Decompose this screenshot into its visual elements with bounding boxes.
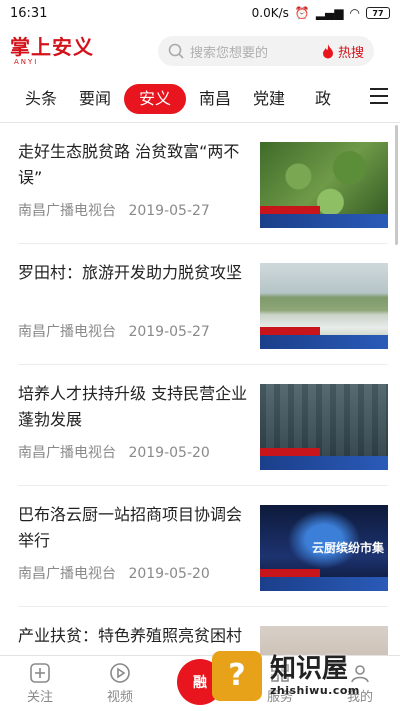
search-bar[interactable]: 搜索您想要的 热搜 — [158, 36, 374, 66]
nav-follow-label: 关注 — [26, 690, 53, 705]
tab-nanchang[interactable]: 南昌 — [188, 84, 242, 114]
logo-text: 掌上安义 — [10, 35, 94, 59]
article-source: 南昌广播电视台 — [18, 566, 116, 582]
article-date: 2019-05-27 — [128, 324, 210, 340]
list-item[interactable]: 巴布洛云厨一站招商项目协调会举行 南昌广播电视台 2019-05-20 云厨缤纷… — [18, 486, 388, 607]
article-meta: 南昌广播电视台 2019-05-20 — [18, 563, 210, 583]
status-time: 16:31 — [10, 5, 48, 21]
article-title: 走好生态脱贫路 治贫致富“两不误” — [18, 142, 240, 187]
article-title: 罗田村：旅游开发助力脱贫攻坚 — [18, 263, 243, 282]
question-badge-icon: ? — [212, 650, 262, 701]
article-thumbnail — [260, 263, 388, 349]
network-speed: 0.0K/s — [251, 6, 289, 20]
wifi-icon: ◠ — [349, 6, 360, 20]
article-source: 南昌广播电视台 — [18, 324, 116, 340]
tab-dangjian[interactable]: 党建 — [242, 84, 296, 114]
article-source: 南昌广播电视台 — [18, 445, 116, 461]
article-date: 2019-05-20 — [128, 445, 210, 461]
tab-zheng[interactable]: 政 — [296, 84, 350, 114]
article-date: 2019-05-27 — [128, 203, 210, 219]
signal-icon: ▂▄▆ — [315, 6, 344, 20]
article-meta: 南昌广播电视台 2019-05-27 — [18, 321, 210, 341]
article-source: 南昌广播电视台 — [18, 203, 116, 219]
article-title: 培养人才扶持升级 支持民营企业蓬勃发展 — [18, 384, 248, 429]
battery-icon: 77 — [366, 7, 390, 19]
app-logo: 掌上安义 ANYI — [10, 36, 120, 66]
scrollbar[interactable] — [395, 125, 398, 245]
status-icons: 0.0K/s ⏰ ▂▄▆ ◠ 77 — [252, 6, 390, 20]
article-date: 2019-05-20 — [128, 566, 210, 582]
tab-anyi[interactable]: 安义 — [124, 84, 186, 114]
list-item[interactable]: 走好生态脱贫路 治贫致富“两不误” 南昌广播电视台 2019-05-27 — [18, 123, 388, 244]
article-thumbnail — [260, 142, 388, 228]
article-list[interactable]: 走好生态脱贫路 治贫致富“两不误” 南昌广播电视台 2019-05-27 罗田村… — [0, 123, 400, 655]
article-title: 巴布洛云厨一站招商项目协调会举行 — [18, 505, 243, 550]
app-header: 掌上安义 ANYI 搜索您想要的 热搜 — [0, 30, 400, 72]
nav-follow[interactable]: 关注 — [0, 656, 80, 711]
search-placeholder: 搜索您想要的 — [190, 45, 269, 61]
play-circle-icon — [110, 663, 130, 683]
article-meta: 南昌广播电视台 2019-05-20 — [18, 442, 210, 462]
plus-square-icon — [30, 663, 50, 683]
nav-video[interactable]: 视频 — [80, 656, 160, 711]
hot-search-button[interactable]: 热搜 — [322, 42, 364, 61]
alarm-icon: ⏰ — [294, 6, 310, 20]
status-bar: 16:31 0.0K/s ⏰ ▂▄▆ ◠ 77 — [0, 0, 400, 26]
list-item[interactable]: 培养人才扶持升级 支持民营企业蓬勃发展 南昌广播电视台 2019-05-20 — [18, 365, 388, 486]
list-item[interactable]: 罗田村：旅游开发助力脱贫攻坚 南昌广播电视台 2019-05-27 — [18, 244, 388, 365]
search-icon — [168, 43, 184, 59]
channel-tabs: 头条 要闻 安义 南昌 党建 政 — [0, 80, 400, 118]
watermark-text: 知识屋 zhishiwu.com — [270, 654, 360, 697]
watermark-en: zhishiwu.com — [270, 684, 360, 697]
nav-video-label: 视频 — [106, 690, 133, 705]
thumbnail-caption: 云厨缤纷市集 — [311, 541, 384, 555]
tab-toutiao[interactable]: 头条 — [14, 84, 68, 114]
article-thumbnail: 云厨缤纷市集 — [260, 505, 388, 591]
logo-subtext: ANYI — [14, 58, 39, 66]
hot-search-label: 热搜 — [337, 45, 364, 61]
channel-menu-icon[interactable] — [370, 88, 388, 104]
article-meta: 南昌广播电视台 2019-05-27 — [18, 200, 210, 220]
watermark-cn: 知识屋 — [270, 654, 349, 684]
article-thumbnail — [260, 384, 388, 470]
tab-yaowen[interactable]: 要闻 — [68, 84, 122, 114]
site-watermark: ? 知识屋 zhishiwu.com — [212, 640, 400, 711]
flame-icon — [322, 43, 333, 58]
